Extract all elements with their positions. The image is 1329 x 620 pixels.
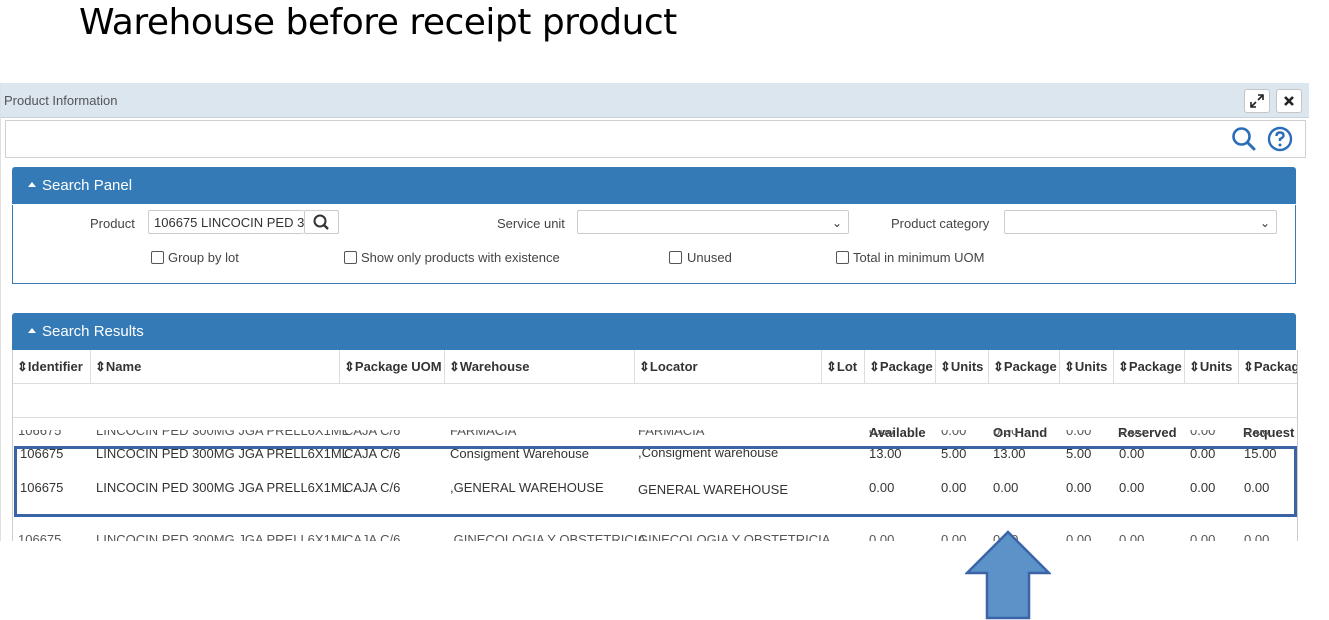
column-label: Package UOM <box>354 359 442 374</box>
column-label: Locator <box>649 359 698 374</box>
search-icon <box>313 214 329 230</box>
group-by-lot-label: Group by lot <box>168 250 239 265</box>
column-header-name[interactable]: ⇕Name <box>91 350 340 383</box>
cell-qty: 0.00 <box>1190 430 1216 438</box>
search-panel-header[interactable]: Search Panel <box>12 167 1296 204</box>
cell-name: LINCOCIN PED 300MG JGA PRELL6X1ML <box>96 532 349 541</box>
column-label: Name <box>105 359 142 374</box>
chevron-down-icon: ⌄ <box>1259 216 1270 230</box>
table-row-partial-bottom[interactable]: 106675 LINCOCIN PED 300MG JGA PRELL6X1ML… <box>13 532 1297 541</box>
search-results-header[interactable]: Search Results <box>12 313 1296 350</box>
unused-label: Unused <box>687 250 732 265</box>
cell-qty: 0.00 <box>1119 430 1145 438</box>
grid-group-row: Available On Hand Reserved Request <box>13 383 1297 440</box>
highlight-box <box>14 446 1297 517</box>
cell-identifier: 106675 <box>18 532 62 541</box>
search-panel-title: Search Panel <box>42 177 133 194</box>
table-row-partial-top[interactable]: 106675 LINCOCIN PED 300MG JGA PRELL6X1ML… <box>13 430 1297 442</box>
column-label: Packag <box>1253 359 1297 374</box>
column-label: Identifier <box>27 359 83 374</box>
close-icon[interactable] <box>1276 89 1302 113</box>
search-panel-body: Product 106675 LINCOCIN PED 3 Service un… <box>12 205 1296 284</box>
column-header-reserved-package[interactable]: ⇕Package <box>1114 350 1185 383</box>
column-header-request-package[interactable]: ⇕Packag <box>1239 350 1297 383</box>
product-search-button[interactable] <box>304 210 339 234</box>
cell-locator: FARMACIA <box>638 430 705 438</box>
service-unit-label: Service unit <box>497 216 565 231</box>
column-header-package-uom[interactable]: ⇕Package UOM <box>340 350 445 383</box>
cell-qty: 0.00 <box>941 430 967 438</box>
cell-qty: 0.00 <box>1190 532 1216 541</box>
product-label: Product <box>90 216 135 231</box>
collapse-icon <box>28 328 36 333</box>
column-header-available-units[interactable]: ⇕Units <box>936 350 989 383</box>
cell-package-uom: CAJA C/6 <box>344 430 401 438</box>
chevron-down-icon: ⌄ <box>831 216 842 230</box>
cell-qty: 0.00 <box>869 532 895 541</box>
help-icon[interactable] <box>1267 126 1293 152</box>
product-category-select[interactable]: ⌄ <box>1004 210 1277 234</box>
collapse-icon <box>28 182 36 187</box>
grid-header-row: ⇕Identifier ⇕Name ⇕Package UOM ⇕Warehous… <box>13 350 1297 384</box>
column-label: Package <box>879 359 933 374</box>
column-label: Package <box>1128 359 1182 374</box>
search-icon[interactable] <box>1231 126 1257 152</box>
toolbar <box>5 120 1306 158</box>
window-title: Product Information <box>4 93 118 108</box>
column-label: Warehouse <box>459 359 530 374</box>
only-existence-label: Show only products with existence <box>361 250 560 265</box>
cell-package-uom: CAJA C/6 <box>344 532 401 541</box>
cell-locator: GINECOLOGIA Y OBSTETRICIA <box>638 532 831 541</box>
column-header-lot[interactable]: ⇕Lot <box>822 350 865 383</box>
column-label: Units <box>1199 359 1233 374</box>
cell-name: LINCOCIN PED 300MG JGA PRELL6X1ML <box>96 430 349 438</box>
cell-qty: 0.00 <box>1244 430 1270 438</box>
window-header: Product Information <box>1 83 1309 118</box>
column-label: Package <box>1003 359 1057 374</box>
product-input[interactable]: 106675 LINCOCIN PED 3 <box>148 210 304 234</box>
cell-qty: 0.00 <box>869 430 895 438</box>
cell-qty: 0.00 <box>1244 532 1270 541</box>
column-label: Lot <box>836 359 858 374</box>
product-category-label: Product category <box>891 216 990 231</box>
column-header-warehouse[interactable]: ⇕Warehouse <box>445 350 635 383</box>
cell-qty: 0.00 <box>1066 430 1092 438</box>
group-by-lot-checkbox[interactable] <box>151 251 164 264</box>
up-arrow-icon <box>965 530 1051 620</box>
column-header-onhand-package[interactable]: ⇕Package <box>989 350 1060 383</box>
column-header-identifier[interactable]: ⇕Identifier <box>13 350 91 383</box>
slide-title: Warehouse before receipt product <box>79 2 677 43</box>
cell-qty: 0.00 <box>993 430 1019 438</box>
cell-qty: 0.00 <box>1066 532 1092 541</box>
column-header-reserved-units[interactable]: ⇕Units <box>1185 350 1239 383</box>
search-results-title: Search Results <box>42 323 144 340</box>
total-min-uom-label: Total in minimum UOM <box>853 250 985 265</box>
column-label: Units <box>1074 359 1108 374</box>
cell-warehouse: FARMACIA <box>450 430 517 438</box>
total-min-uom-checkbox[interactable] <box>836 251 849 264</box>
column-header-locator[interactable]: ⇕Locator <box>635 350 822 383</box>
column-header-available-package[interactable]: ⇕Package <box>865 350 936 383</box>
column-label: Units <box>950 359 984 374</box>
cell-qty: 0.00 <box>941 532 967 541</box>
expand-icon[interactable] <box>1244 89 1270 113</box>
service-unit-select[interactable]: ⌄ <box>577 210 849 234</box>
unused-checkbox[interactable] <box>669 251 682 264</box>
column-header-onhand-units[interactable]: ⇕Units <box>1060 350 1114 383</box>
only-existence-checkbox[interactable] <box>344 251 357 264</box>
cell-identifier: 106675 <box>18 430 62 438</box>
cell-qty: 0.00 <box>1119 532 1145 541</box>
cell-warehouse: ,GINECOLOGIA Y OBSTETRICIA <box>450 532 647 541</box>
